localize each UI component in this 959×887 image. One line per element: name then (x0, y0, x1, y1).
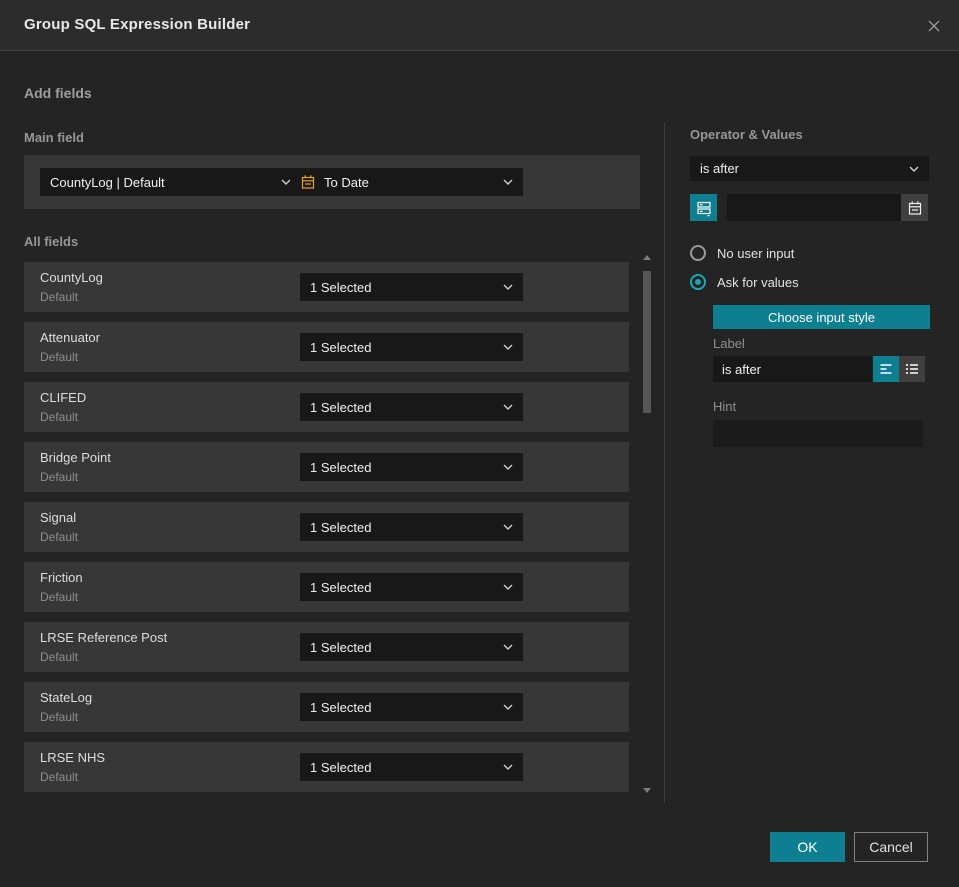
chevron-down-icon (503, 404, 513, 410)
field-row-friction: Friction Default 1 Selected (24, 562, 629, 612)
field-name: StateLog (40, 690, 93, 705)
hint-input[interactable] (713, 420, 923, 447)
radio-label: Ask for values (717, 274, 799, 290)
chevron-down-icon (503, 584, 513, 590)
selection-value: 1 Selected (310, 759, 372, 775)
field-row-signal: Signal Default 1 Selected (24, 502, 629, 552)
chevron-down-icon (503, 524, 513, 530)
list-style-button[interactable] (899, 356, 925, 382)
bullet-list-icon (905, 362, 919, 376)
date-type-select-value: To Date (324, 174, 369, 190)
label-input[interactable] (713, 356, 872, 382)
field-name: LRSE NHS (40, 750, 106, 765)
list-values-icon (695, 199, 713, 217)
cancel-button[interactable]: Cancel (854, 832, 928, 862)
field-row-lrse-nhs: LRSE NHS Default 1 Selected (24, 742, 629, 792)
value-list-picker-button[interactable] (690, 194, 717, 221)
scrollbar-thumb[interactable] (643, 271, 651, 413)
hint-field-label: Hint (713, 399, 737, 414)
chevron-down-icon (503, 704, 513, 710)
radio-circle (690, 245, 706, 261)
field-name: Bridge Point (40, 450, 111, 465)
field-sublabel: Default (40, 770, 79, 784)
choose-input-style-button[interactable]: Choose input style (713, 305, 930, 329)
field-name: Signal (40, 510, 77, 525)
field-selection-select[interactable]: 1 Selected (300, 273, 523, 301)
field-name: CLIFED (40, 390, 87, 405)
scroll-up-icon[interactable] (643, 255, 651, 260)
radio-label: No user input (717, 245, 795, 261)
selection-value: 1 Selected (310, 279, 372, 295)
field-sublabel: Default (40, 290, 79, 304)
field-selection-select[interactable]: 1 Selected (300, 573, 523, 601)
operator-select-value: is after (700, 161, 740, 176)
close-icon (925, 17, 943, 35)
date-type-select[interactable]: To Date (290, 168, 523, 196)
dialog-title: Group SQL Expression Builder (24, 16, 251, 33)
field-sublabel: Default (40, 710, 79, 724)
radio-ask-for-values[interactable]: Ask for values (690, 274, 799, 290)
panel-divider (664, 122, 665, 803)
align-left-icon (879, 362, 893, 376)
chevron-down-icon (503, 344, 513, 350)
selection-value: 1 Selected (310, 519, 372, 535)
ok-button[interactable]: OK (770, 832, 845, 862)
field-name: CountyLog (40, 270, 103, 285)
calendar-icon (907, 200, 923, 216)
radio-no-user-input[interactable]: No user input (690, 245, 794, 261)
field-row-lrse-reference-post: LRSE Reference Post Default 1 Selected (24, 622, 629, 672)
chevron-down-icon (503, 644, 513, 650)
field-selection-select[interactable]: 1 Selected (300, 693, 523, 721)
chevron-down-icon (503, 764, 513, 770)
close-button[interactable] (923, 15, 945, 37)
field-row-bridge-point: Bridge Point Default 1 Selected (24, 442, 629, 492)
main-field-select-value: CountyLog | Default (50, 174, 165, 190)
calendar-icon (300, 174, 316, 190)
radio-circle-selected (690, 274, 706, 290)
field-selection-select[interactable]: 1 Selected (300, 753, 523, 781)
field-row-countylog: CountyLog Default 1 Selected (24, 262, 629, 312)
main-field-panel: CountyLog | Default To Date (24, 155, 640, 209)
field-selection-select[interactable]: 1 Selected (300, 333, 523, 361)
field-row-clifed: CLIFED Default 1 Selected (24, 382, 629, 432)
field-sublabel: Default (40, 590, 79, 604)
single-line-style-button[interactable] (873, 356, 899, 382)
field-selection-select[interactable]: 1 Selected (300, 633, 523, 661)
field-selection-select[interactable]: 1 Selected (300, 513, 523, 541)
value-calendar-button[interactable] (901, 194, 928, 221)
scroll-down-icon[interactable] (643, 788, 651, 793)
field-name: LRSE Reference Post (40, 630, 168, 645)
chevron-down-icon (503, 464, 513, 470)
operator-select[interactable]: is after (690, 156, 929, 181)
all-fields-label: All fields (24, 234, 79, 249)
field-sublabel: Default (40, 650, 79, 664)
field-selection-select[interactable]: 1 Selected (300, 393, 523, 421)
selection-value: 1 Selected (310, 339, 372, 355)
field-sublabel: Default (40, 470, 79, 484)
field-row-attenuator: Attenuator Default 1 Selected (24, 322, 629, 372)
chevron-down-icon (909, 166, 919, 172)
add-fields-heading: Add fields (24, 85, 92, 101)
field-name: Attenuator (40, 330, 100, 345)
selection-value: 1 Selected (310, 699, 372, 715)
field-sublabel: Default (40, 410, 79, 424)
main-field-select[interactable]: CountyLog | Default (40, 168, 301, 196)
operator-values-heading: Operator & Values (690, 127, 803, 142)
field-name: Friction (40, 570, 83, 585)
field-sublabel: Default (40, 350, 79, 364)
field-sublabel: Default (40, 530, 79, 544)
group-sql-expression-builder-dialog: Group SQL Expression Builder Add fields … (0, 0, 959, 887)
chevron-down-icon (503, 284, 513, 290)
selection-value: 1 Selected (310, 459, 372, 475)
value-input[interactable] (727, 194, 901, 221)
chevron-down-icon (503, 179, 513, 185)
main-field-label: Main field (24, 130, 84, 145)
field-selection-select[interactable]: 1 Selected (300, 453, 523, 481)
field-row-statelog: StateLog Default 1 Selected (24, 682, 629, 732)
label-field-label: Label (713, 336, 745, 351)
selection-value: 1 Selected (310, 639, 372, 655)
selection-value: 1 Selected (310, 579, 372, 595)
selection-value: 1 Selected (310, 399, 372, 415)
